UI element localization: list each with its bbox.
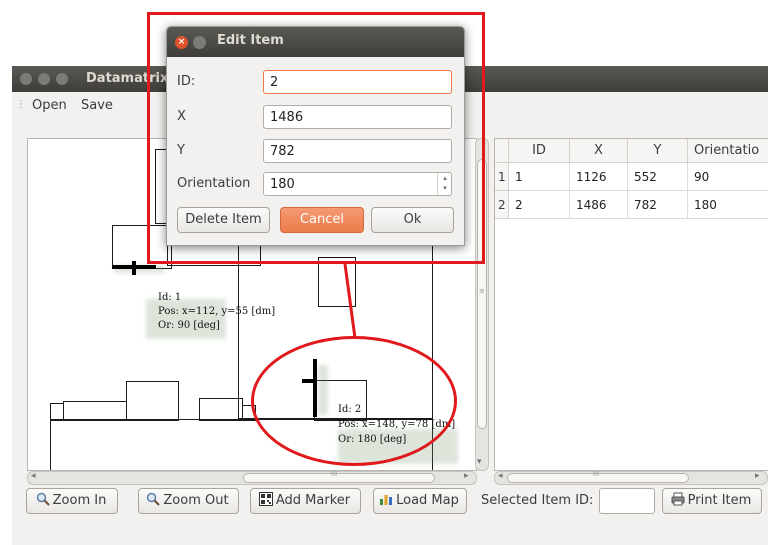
annotation-ellipse xyxy=(251,336,457,466)
annotation-connector xyxy=(343,263,357,339)
